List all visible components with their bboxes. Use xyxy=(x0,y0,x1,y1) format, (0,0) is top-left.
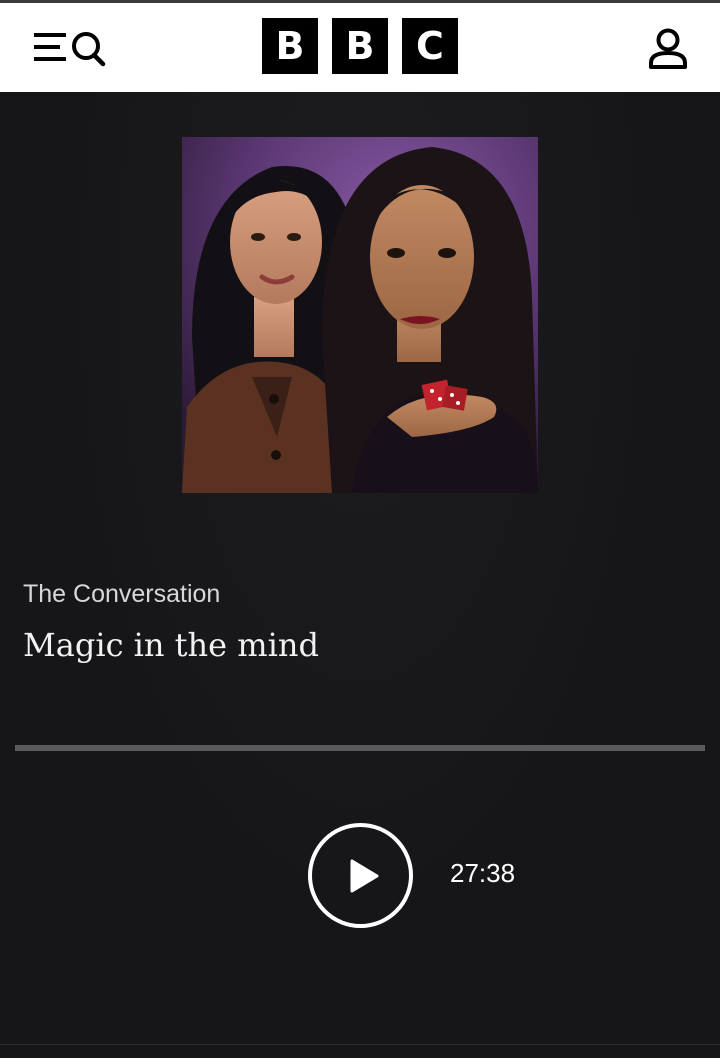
divider xyxy=(0,1044,720,1045)
logo-letter: B xyxy=(262,18,318,74)
series-title[interactable]: The Conversation xyxy=(23,580,220,609)
bbc-logo[interactable]: B B C xyxy=(262,18,458,74)
episode-duration: 27:38 xyxy=(450,858,516,888)
player-page: The Conversation Magic in the mind 27:38 xyxy=(0,92,720,1058)
play-icon xyxy=(350,859,379,893)
account-icon xyxy=(649,28,687,69)
artwork-image xyxy=(182,137,538,493)
menu-search-icon xyxy=(34,32,106,67)
logo-letter: C xyxy=(402,18,458,74)
episode-title: Magic in the mind xyxy=(23,626,319,664)
episode-artwork xyxy=(182,137,538,493)
progress-bar[interactable] xyxy=(15,745,705,751)
site-header: B B C xyxy=(0,3,720,92)
logo-letter: B xyxy=(332,18,388,74)
account-button[interactable] xyxy=(646,27,690,71)
play-button[interactable] xyxy=(308,823,413,928)
menu-search-button[interactable] xyxy=(32,27,110,69)
